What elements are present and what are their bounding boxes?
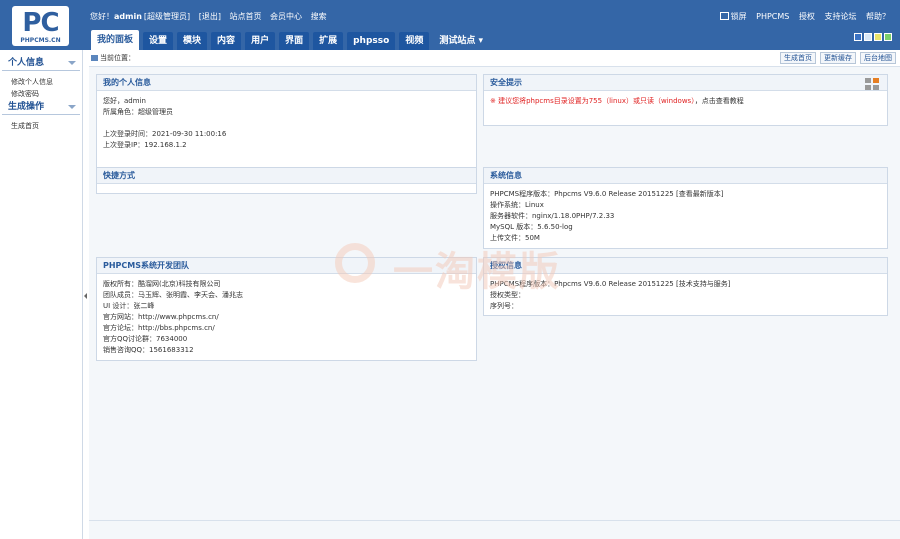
sidebar-item-change-password[interactable]: 修改密码	[0, 88, 82, 100]
tab-content[interactable]: 内容	[211, 32, 242, 50]
sidebar-section-personal[interactable]: 个人信息	[2, 56, 80, 71]
breadcrumb-bar: 当前位置： 生成首页 更新缓存 后台地图	[89, 50, 900, 67]
skin-yellow-icon[interactable]	[874, 33, 882, 41]
update-cache-button[interactable]: 更新缓存	[820, 52, 856, 64]
tutorial-link[interactable]: ，点击查看教程	[695, 97, 744, 105]
lock-screen-link[interactable]: 锁屏	[719, 12, 747, 21]
panel-dev-team: PHPCMS系统开发团队 版权所有：酷溜网(北京)科技有限公司 团队成员：马玉辉…	[96, 257, 477, 361]
sitemap-button[interactable]: 后台地图	[860, 52, 896, 64]
right-bar: 锁屏 PHPCMS 授权 支持论坛 帮助？	[719, 11, 890, 22]
breadcrumb: 当前位置：	[91, 53, 135, 63]
tab-my-panel[interactable]: 我的面板	[91, 30, 140, 50]
logo-main: PC	[22, 8, 59, 38]
server-line: 服务器软件：nginx/1.18.0PHP/7.2.33	[490, 212, 615, 220]
sidebar-item-generate-home[interactable]: 生成首页	[0, 120, 82, 132]
grid-icon	[865, 78, 879, 90]
copyright-line: 版权所有：酷溜网(北京)科技有限公司	[103, 280, 221, 288]
main-area: 当前位置： 生成首页 更新缓存 后台地图 我的个人信息 您好，admin 所属角色：…	[89, 50, 900, 539]
skin-blue-icon[interactable]	[854, 33, 862, 41]
panel-license: 授权信息 PHPCMS程序版本：Phpcms V9.6.0 Release 20…	[483, 257, 888, 316]
generate-home-button[interactable]: 生成首页	[780, 52, 816, 64]
chevron-down-icon: ▾	[478, 36, 484, 46]
role-text: 所属角色：超级管理员	[103, 108, 173, 116]
license-link[interactable]: 授权	[799, 12, 815, 21]
forum-link[interactable]: 支持论坛	[824, 12, 856, 21]
panel-my-info: 我的个人信息 您好，admin 所属角色：超级管理员 上次登录时间：2021-0…	[96, 74, 477, 175]
username: admin	[114, 12, 142, 21]
security-warning: ※ 建议您将phpcms目录设置为755（linux）或只读（windows）	[490, 97, 695, 105]
last-login-time: 上次登录时间：2021-09-30 11:00:16	[103, 130, 227, 138]
greeting-text: 您好！	[90, 12, 114, 21]
help-link[interactable]: 帮助？	[866, 12, 890, 21]
panel-title: 授权信息	[484, 258, 887, 274]
sidebar-item-edit-profile[interactable]: 修改个人信息	[0, 76, 82, 88]
tab-phpsso[interactable]: phpsso	[347, 32, 396, 50]
panel-title: 快捷方式	[97, 168, 476, 184]
role-text: [超级管理员]	[143, 12, 191, 21]
site-home-link[interactable]: 站点首页	[230, 12, 262, 21]
skin-switcher	[852, 33, 892, 43]
tab-video[interactable]: 视频	[399, 32, 430, 50]
qq-group-line: 官方QQ讨论群：7634000	[103, 335, 188, 343]
site-selector[interactable]: 测试站点 ▾	[433, 32, 489, 50]
panel-title: 系统信息	[484, 168, 887, 184]
license-type-line: 授权类型：	[490, 291, 525, 299]
skin-green-icon[interactable]	[884, 33, 892, 41]
ui-line: UI 设计：张二峰	[103, 302, 155, 310]
home-icon	[91, 55, 98, 61]
version-line: PHPCMS程序版本：Phpcms V9.6.0 Release 2015122…	[490, 190, 724, 198]
tab-modules[interactable]: 模块	[177, 32, 208, 50]
top-header: PC PHPCMS.CN 您好！admin [超级管理员] [退出] 站点首页 会…	[0, 0, 900, 50]
last-login-ip: 上次登录IP：192.168.1.2	[103, 141, 187, 149]
lock-icon	[719, 12, 729, 20]
collapse-arrow-icon	[68, 105, 76, 109]
members-line: 团队成员：马玉辉、张明霞、李天会、潘兆志	[103, 291, 243, 299]
panel-title: 我的个人信息	[97, 75, 476, 91]
tab-settings[interactable]: 设置	[143, 32, 174, 50]
user-bar: 您好！admin [超级管理员] [退出] 站点首页 会员中心 搜索	[90, 11, 333, 22]
quick-buttons: 生成首页 更新缓存 后台地图	[776, 52, 896, 64]
collapse-arrow-icon	[68, 61, 76, 65]
sidebar-section-generate[interactable]: 生成操作	[2, 100, 80, 115]
phpcms-logo[interactable]: PC PHPCMS.CN	[12, 6, 69, 46]
logo-sub: PHPCMS.CN	[20, 37, 61, 44]
tab-interface[interactable]: 界面	[279, 32, 310, 50]
website-line[interactable]: 官方网站：http://www.phpcms.cn/	[103, 312, 470, 323]
os-line: 操作系统：Linux	[490, 201, 544, 209]
serial-line: 序列号：	[490, 302, 518, 310]
upload-line: 上传文件：50M	[490, 234, 540, 242]
tab-users[interactable]: 用户	[245, 32, 276, 50]
panel-shortcuts: 快捷方式	[96, 167, 477, 194]
forum-line[interactable]: 官方论坛：http://bbs.phpcms.cn/	[103, 323, 470, 334]
hello-text: 您好，admin	[103, 97, 146, 105]
logout-link[interactable]: [退出]	[199, 12, 221, 21]
phpcms-link[interactable]: PHPCMS	[756, 12, 789, 21]
sidebar: 个人信息 修改个人信息 修改密码 生成操作 生成首页	[0, 50, 83, 539]
panel-title: PHPCMS系统开发团队	[97, 258, 476, 274]
panel-security: 安全提示 ※ 建议您将phpcms目录设置为755（linux）或只读（wind…	[483, 74, 888, 126]
sidebar-toggle-icon[interactable]	[84, 293, 87, 299]
search-link[interactable]: 搜索	[311, 12, 327, 21]
sales-qq-line: 销售咨询QQ：1561683312	[103, 346, 194, 354]
tab-extend[interactable]: 扩展	[313, 32, 344, 50]
panel-title: 安全提示	[484, 75, 887, 91]
panel-system-info: 系统信息 PHPCMS程序版本：Phpcms V9.6.0 Release 20…	[483, 167, 888, 249]
mysql-line: MySQL 版本：5.6.50-log	[490, 223, 573, 231]
member-center-link[interactable]: 会员中心	[270, 12, 302, 21]
main-nav: 我的面板 设置 模块 内容 用户 界面 扩展 phpsso 视频 测试站点 ▾	[91, 30, 493, 50]
license-version-line: PHPCMS程序版本：Phpcms V9.6.0 Release 2015122…	[490, 280, 731, 288]
skin-light-icon[interactable]	[864, 33, 872, 41]
